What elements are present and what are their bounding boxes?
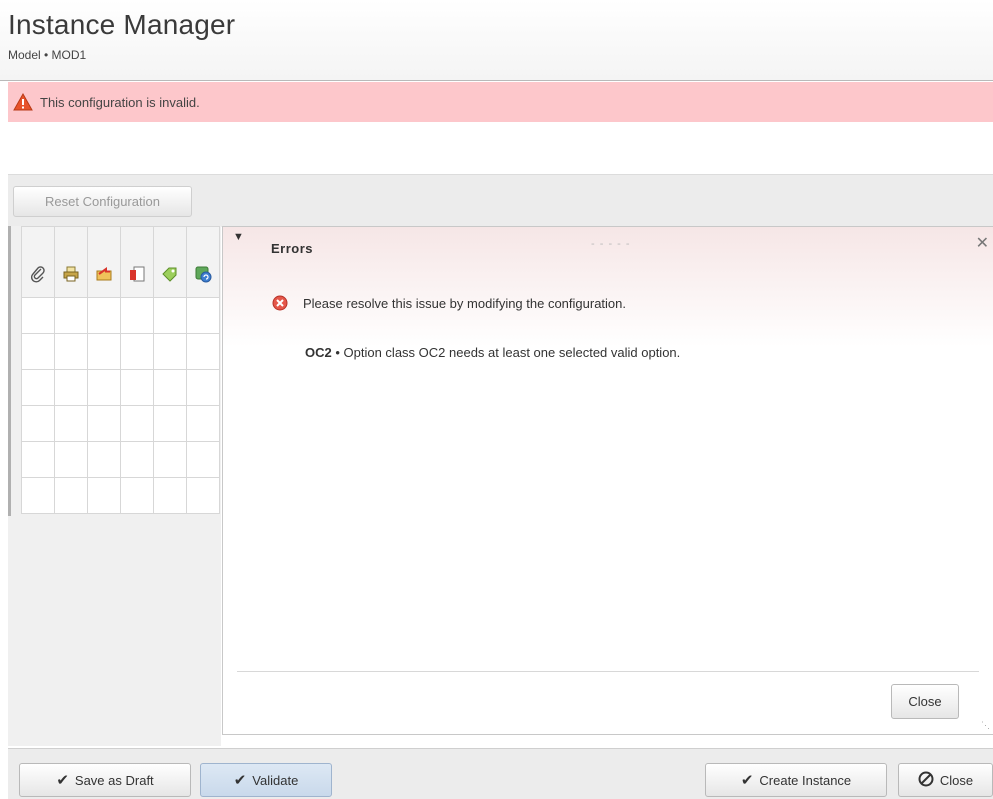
checkmark-icon: ✔ xyxy=(740,772,754,789)
grid-row[interactable] xyxy=(21,405,220,442)
collapse-caret-icon[interactable]: ▼ xyxy=(233,231,244,243)
close-label: Close xyxy=(939,772,974,788)
page-subtitle: Model • MOD1 xyxy=(8,48,87,62)
grid-table xyxy=(21,226,220,514)
reset-configuration-button[interactable]: Reset Configuration xyxy=(13,186,192,217)
cancel-circle-icon xyxy=(918,771,934,790)
validate-label: Validate xyxy=(252,772,299,788)
validate-button[interactable]: ✔ Validate xyxy=(200,763,332,797)
column-move[interactable] xyxy=(87,226,121,298)
printer-icon xyxy=(62,265,80,283)
configuration-grid xyxy=(8,226,221,746)
configuration-toolbar: Reset Configuration xyxy=(8,174,993,227)
close-button[interactable]: Close xyxy=(898,763,993,797)
column-document[interactable] xyxy=(120,226,154,298)
column-sync[interactable] xyxy=(186,226,220,298)
grid-header-row xyxy=(21,226,220,298)
checkmark-icon: ✔ xyxy=(233,772,247,789)
column-attachment[interactable] xyxy=(21,226,55,298)
save-as-draft-label: Save as Draft xyxy=(74,772,154,788)
grid-row[interactable] xyxy=(21,369,220,406)
page-header: Instance Manager Model • MOD1 xyxy=(0,0,993,81)
create-instance-label: Create Instance xyxy=(759,772,852,788)
error-summary: Please resolve this issue by modifying t… xyxy=(271,294,626,312)
grid-row[interactable] xyxy=(21,477,220,514)
create-instance-button[interactable]: ✔ Create Instance xyxy=(705,763,887,797)
folder-arrow-icon xyxy=(95,265,113,283)
column-tag[interactable] xyxy=(153,226,187,298)
warning-icon xyxy=(12,92,34,112)
row-selector-strip[interactable] xyxy=(8,226,11,516)
document-icon xyxy=(128,265,146,283)
error-message: Please resolve this issue by modifying t… xyxy=(303,295,627,311)
page-title: Instance Manager xyxy=(8,9,236,40)
close-icon[interactable]: ✕ xyxy=(976,233,989,253)
close-errors-button[interactable]: Close xyxy=(891,684,959,719)
drag-handle-icon[interactable]: - - - - - xyxy=(591,238,631,250)
issue-code: OC2 xyxy=(305,345,332,360)
column-print[interactable] xyxy=(54,226,88,298)
grid-row[interactable] xyxy=(21,297,220,334)
refresh-icon xyxy=(194,265,212,283)
errors-panel-title: Errors xyxy=(271,241,314,256)
invalid-configuration-alert: This configuration is invalid. xyxy=(8,82,993,122)
paperclip-icon xyxy=(29,265,47,283)
error-icon xyxy=(271,294,289,312)
tag-icon xyxy=(161,265,179,283)
grid-row[interactable] xyxy=(21,333,220,370)
errors-panel: ▼ Errors - - - - - ✕ Please resolve this… xyxy=(222,226,993,735)
panel-divider xyxy=(237,671,979,672)
footer-actions: ✔ Save as Draft ✔ Validate ✔ Create Inst… xyxy=(8,748,993,799)
save-as-draft-button[interactable]: ✔ Save as Draft xyxy=(19,763,191,797)
resize-grip-icon[interactable]: ⋱ xyxy=(981,720,990,731)
alert-message: This configuration is invalid. xyxy=(40,94,200,110)
checkmark-icon: ✔ xyxy=(56,772,69,789)
grid-row[interactable] xyxy=(21,441,220,478)
issue-text: Option class OC2 needs at least one sele… xyxy=(343,345,681,360)
error-detail: OC2 • Option class OC2 needs at least on… xyxy=(305,345,680,360)
issue-separator: • xyxy=(331,345,344,360)
